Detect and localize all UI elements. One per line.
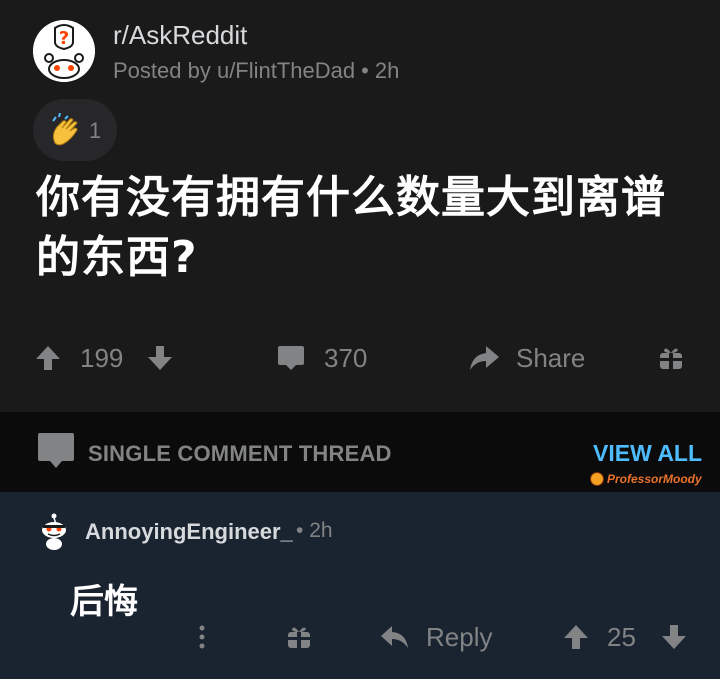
comment-score: 25 (607, 621, 636, 652)
vertical-dots-icon (199, 625, 205, 649)
askreddit-snoo-icon: ? (33, 20, 95, 82)
comment-downvote-button[interactable] (660, 617, 688, 657)
comment-author[interactable]: AnnoyingEngineer_ (85, 519, 293, 545)
post-card: ? r/AskReddit Posted by u/FlintTheDad • 2h… (0, 0, 720, 412)
comment-actions-bar: Reply 25 (0, 617, 720, 657)
upvote-arrow-icon (564, 625, 588, 649)
gift-icon (660, 348, 682, 369)
view-all-link[interactable]: VIEW ALL (593, 440, 702, 467)
share-label: Share (516, 342, 586, 373)
comment-count: 370 (324, 342, 368, 373)
downvote-arrow-icon (662, 625, 686, 649)
clapping-hands-icon (52, 113, 78, 146)
meta-separator: • (361, 58, 369, 83)
posted-by[interactable]: Posted by u/FlintTheDad (113, 58, 355, 83)
give-award-button[interactable] (658, 330, 684, 386)
watermark-text: ProfessorMoody (607, 472, 702, 486)
svg-text:?: ? (59, 28, 69, 49)
more-options-button[interactable] (196, 617, 208, 657)
subreddit-avatar[interactable]: ? (33, 20, 95, 82)
award-pill[interactable]: 1 (33, 99, 117, 161)
comment-body: 后悔 (70, 582, 138, 622)
single-comment-thread-label: SINGLE COMMENT THREAD (88, 441, 392, 466)
upvote-button[interactable] (34, 330, 62, 386)
comment-upvote-button[interactable] (562, 617, 590, 657)
comment-time: 2h (309, 519, 333, 542)
comment-bubble-icon (278, 346, 304, 370)
upvote-arrow-icon (36, 346, 60, 370)
reply-label: Reply (426, 621, 493, 652)
commenter-avatar-snoo-icon[interactable] (35, 512, 73, 550)
comment-thread-icon (38, 433, 74, 468)
downvote-arrow-icon (148, 346, 172, 370)
subreddit-name[interactable]: r/AskReddit (113, 20, 247, 51)
downvote-button[interactable] (146, 330, 174, 386)
post-actions-bar: 199 370 Share (0, 330, 720, 386)
post-meta: Posted by u/FlintTheDad • 2h (113, 58, 399, 84)
vote-count: 199 (80, 342, 124, 373)
post-time: 2h (374, 58, 400, 83)
watermark-face-icon (590, 472, 604, 486)
reply-button[interactable]: Reply (380, 617, 492, 657)
comments-button[interactable]: 370 (276, 330, 367, 386)
watermark: ProfessorMoody (590, 472, 702, 486)
share-arrow-icon (470, 346, 499, 370)
share-button[interactable]: Share (468, 330, 585, 386)
award-count: 1 (89, 118, 102, 143)
gift-icon (288, 627, 310, 648)
comment-card: AnnoyingEngineer_ • 2h 后悔 Reply 25 (0, 492, 720, 679)
comment-meta: • 2h (296, 519, 333, 542)
reply-arrow-icon (381, 626, 408, 648)
post-title[interactable]: 你有没有拥有什么数量大到离谱的东西? (36, 168, 696, 288)
comment-award-button[interactable] (286, 617, 312, 657)
